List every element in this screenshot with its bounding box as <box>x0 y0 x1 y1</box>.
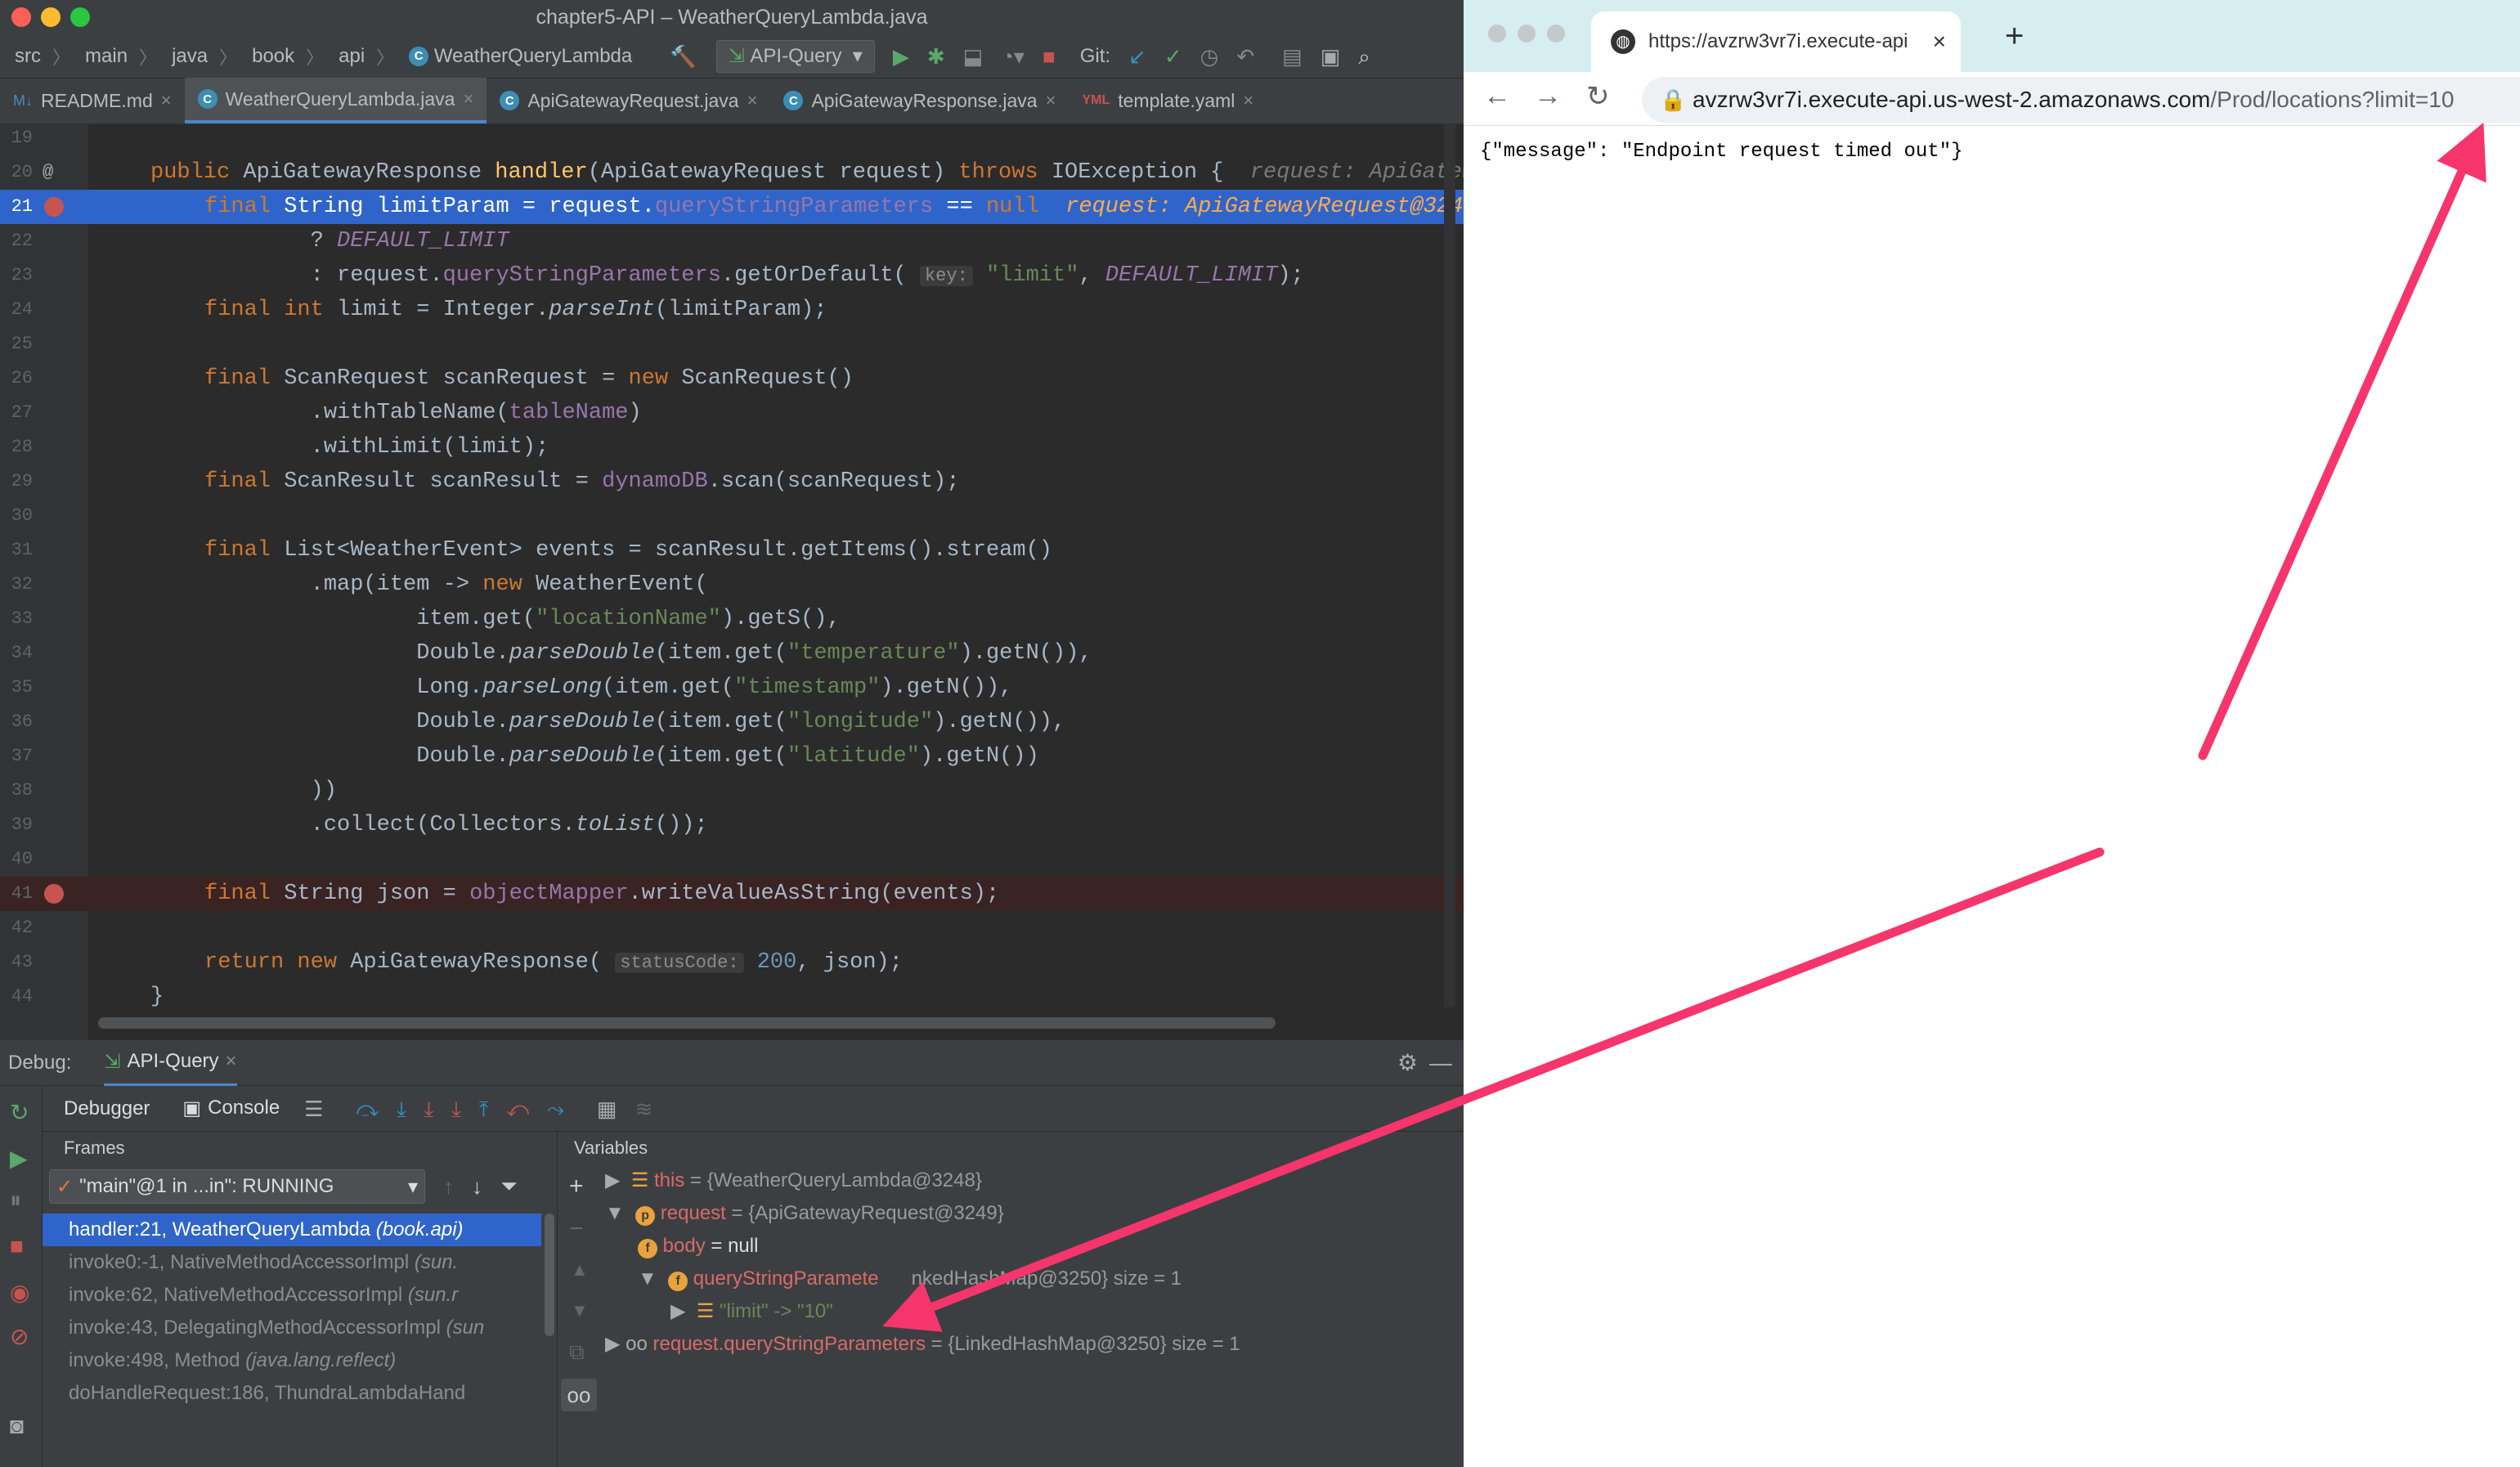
pointer-arrow-to-url <box>2198 122 2486 760</box>
screen: chapter5-API – WeatherQueryLambda.java s… <box>0 0 2520 1467</box>
annotation-arrows <box>882 122 2486 1332</box>
pointer-arrow-to-debugger <box>882 847 2105 1332</box>
